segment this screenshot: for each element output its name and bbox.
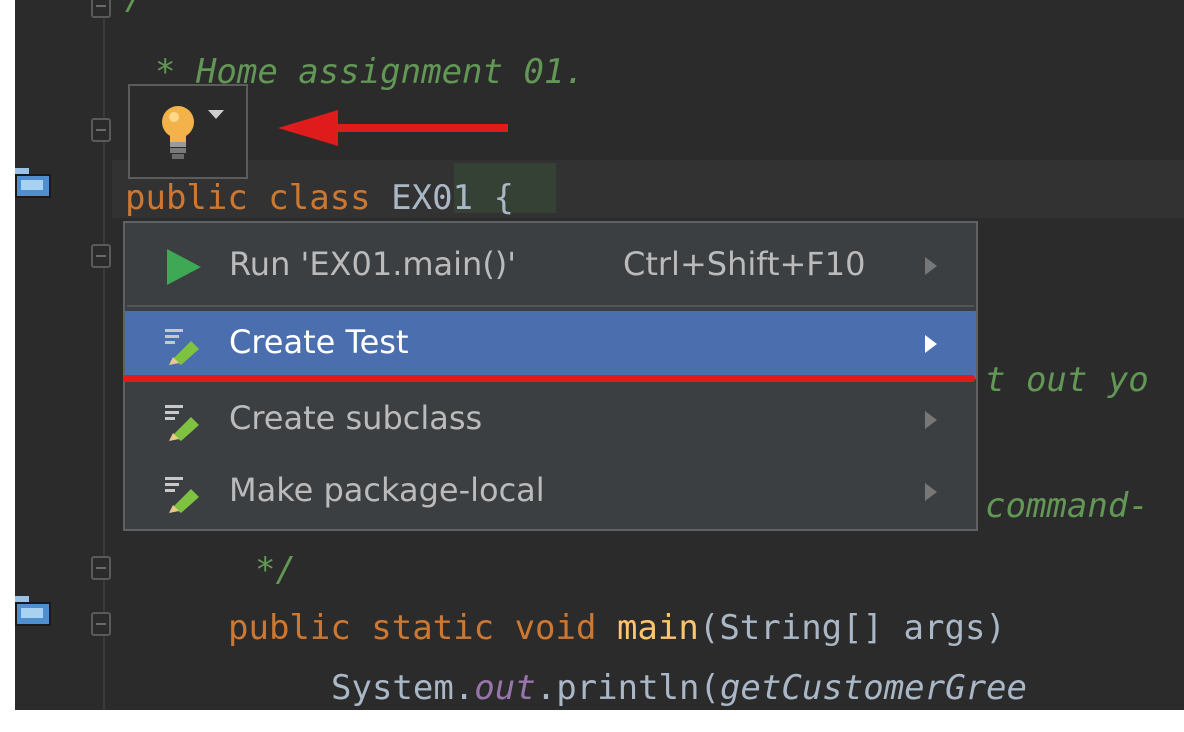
menu-separator — [127, 305, 974, 307]
menu-item-label: Make package-local — [229, 471, 545, 509]
fold-marker[interactable] — [91, 244, 111, 268]
menu-item-create-subclass[interactable]: Create subclass — [125, 387, 976, 455]
annotation-arrow — [278, 110, 508, 146]
code-line-main-method: public static void main(String[] args) — [228, 608, 1006, 648]
menu-item-make-package-local[interactable]: Make package-local — [125, 459, 976, 527]
fold-marker[interactable] — [91, 612, 111, 636]
method-gutter-icon[interactable] — [15, 596, 51, 626]
dropdown-triangle-icon[interactable] — [208, 110, 224, 119]
lightbulb-icon — [162, 106, 194, 159]
fold-marker[interactable] — [91, 556, 111, 580]
intention-pencil-icon — [165, 405, 199, 441]
menu-item-label: Create subclass — [229, 399, 483, 437]
submenu-arrow-icon — [925, 335, 937, 353]
submenu-arrow-icon — [925, 411, 937, 429]
class-gutter-icon[interactable] — [15, 168, 51, 198]
menu-item-run[interactable]: Run 'EX01.main()' Ctrl+Shift+F10 — [125, 233, 976, 301]
code-line-class-decl: public class EX01 { — [125, 178, 514, 218]
code-partial-text: t out yo — [985, 360, 1149, 400]
code-partial-text: command- — [985, 486, 1149, 526]
submenu-arrow-icon — [925, 483, 937, 501]
shortcut-label: Ctrl+Shift+F10 — [623, 245, 866, 283]
menu-item-label: Run 'EX01.main()' — [229, 245, 517, 283]
code-line-println: System.out.println(getCustomerGree — [331, 668, 1027, 708]
fold-marker[interactable] — [91, 0, 111, 18]
menu-item-label: Create Test — [229, 323, 409, 361]
intention-pencil-icon — [165, 477, 199, 513]
fold-guide-line — [103, 0, 105, 710]
menu-item-create-test[interactable]: Create Test — [125, 311, 976, 379]
intention-pencil-icon — [165, 329, 199, 365]
code-line-doc-open: /** — [125, 0, 186, 18]
annotation-underline — [123, 375, 975, 382]
intention-bulb-button[interactable] — [128, 84, 248, 179]
submenu-arrow-icon — [925, 257, 937, 275]
run-icon — [167, 249, 201, 285]
code-editor[interactable]: /** * Home assignment 01. public class E… — [15, 0, 1184, 710]
code-line-doc-close: */ — [255, 550, 296, 590]
fold-marker[interactable] — [91, 118, 111, 142]
